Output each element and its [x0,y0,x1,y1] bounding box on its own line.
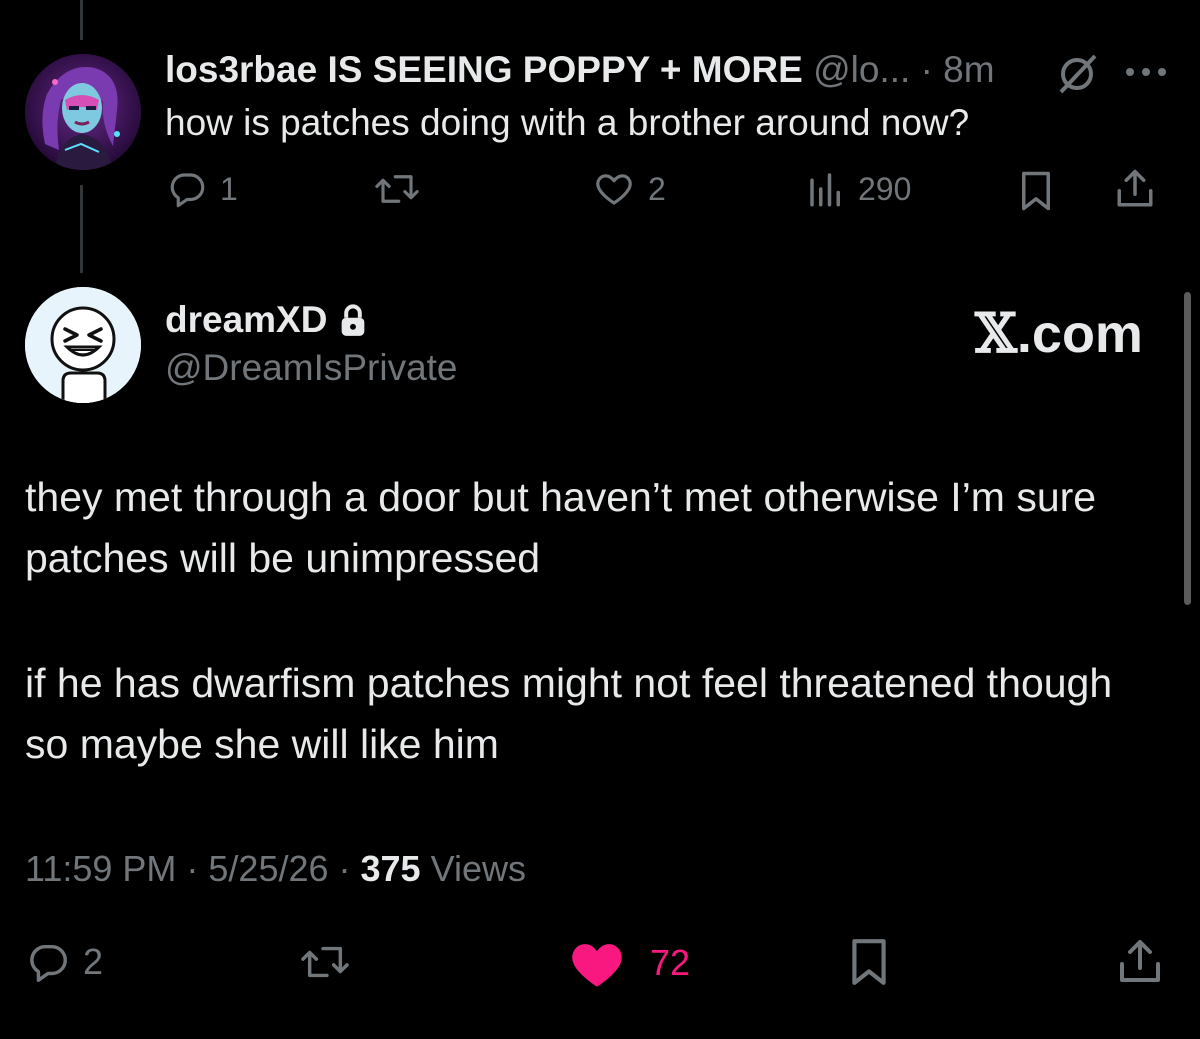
like-count: 2 [648,170,666,207]
watermark-domain: .com [1016,304,1143,364]
reply-icon [166,168,208,210]
like-action[interactable]: 72 [568,937,690,989]
bookmark-action[interactable] [1017,170,1055,212]
watermark-x: 𝕏 [975,301,1017,365]
tweet-text-paragraph: if he has dwarfism patches might not fee… [25,660,1113,767]
like-icon [568,937,626,989]
views-count: 290 [858,170,912,207]
bookmark-icon [1017,170,1055,212]
watermark: 𝕏.com [975,302,1143,365]
reply-icon [25,939,71,985]
tweet-text-paragraph: they met through a door but haven’t met … [25,474,1097,581]
views-icon [806,168,846,210]
like-count: 72 [650,942,691,983]
retweet-action[interactable] [374,168,420,210]
retweet-icon [374,168,420,210]
avatar-image [25,287,141,403]
thread-line-top [80,0,83,40]
reply-author-handle[interactable]: @lo... [813,49,910,90]
avatar[interactable] [25,54,141,170]
share-action[interactable] [1114,166,1156,212]
share-icon [1116,936,1164,988]
avatar-image [25,54,141,170]
reply-text: how is patches doing with a brother arou… [165,102,970,143]
reply-header: los3rbae IS SEEING POPPY + MORE @lo... ·… [165,48,995,92]
like-action[interactable]: 2 [592,168,666,210]
reply-action[interactable]: 2 [25,939,103,985]
views-label: Views [420,848,526,889]
views-action[interactable]: 290 [806,168,911,210]
retweet-icon [298,939,352,985]
author-name[interactable]: dreamXD [165,298,327,342]
share-action[interactable] [1116,936,1164,988]
reply-author-name[interactable]: los3rbae IS SEEING POPPY + MORE [165,49,803,90]
tweet-timestamp[interactable]: 11:59 PM · 5/25/26 · [25,848,361,889]
reply-timestamp[interactable]: · 8m [921,49,995,90]
author-name-row: dreamXD [165,298,367,342]
more-icon[interactable] [1122,62,1170,82]
share-icon [1114,166,1156,212]
reply-count: 2 [83,941,104,982]
reply-action[interactable]: 1 [166,168,238,210]
grok-icon[interactable] [1055,54,1101,94]
lock-icon [339,303,367,337]
like-icon [592,168,636,210]
views-count: 375 [360,848,421,889]
bookmark-action[interactable] [847,937,891,987]
bookmark-icon [847,937,891,987]
reply-count: 1 [220,170,238,207]
tweet-meta: 11:59 PM · 5/25/26 · 375 Views [25,846,526,892]
avatar[interactable] [25,287,141,403]
scrollbar[interactable] [1184,292,1191,605]
thread-line [80,185,83,273]
author-handle[interactable]: @DreamIsPrivate [165,346,458,390]
retweet-action[interactable] [298,939,352,985]
